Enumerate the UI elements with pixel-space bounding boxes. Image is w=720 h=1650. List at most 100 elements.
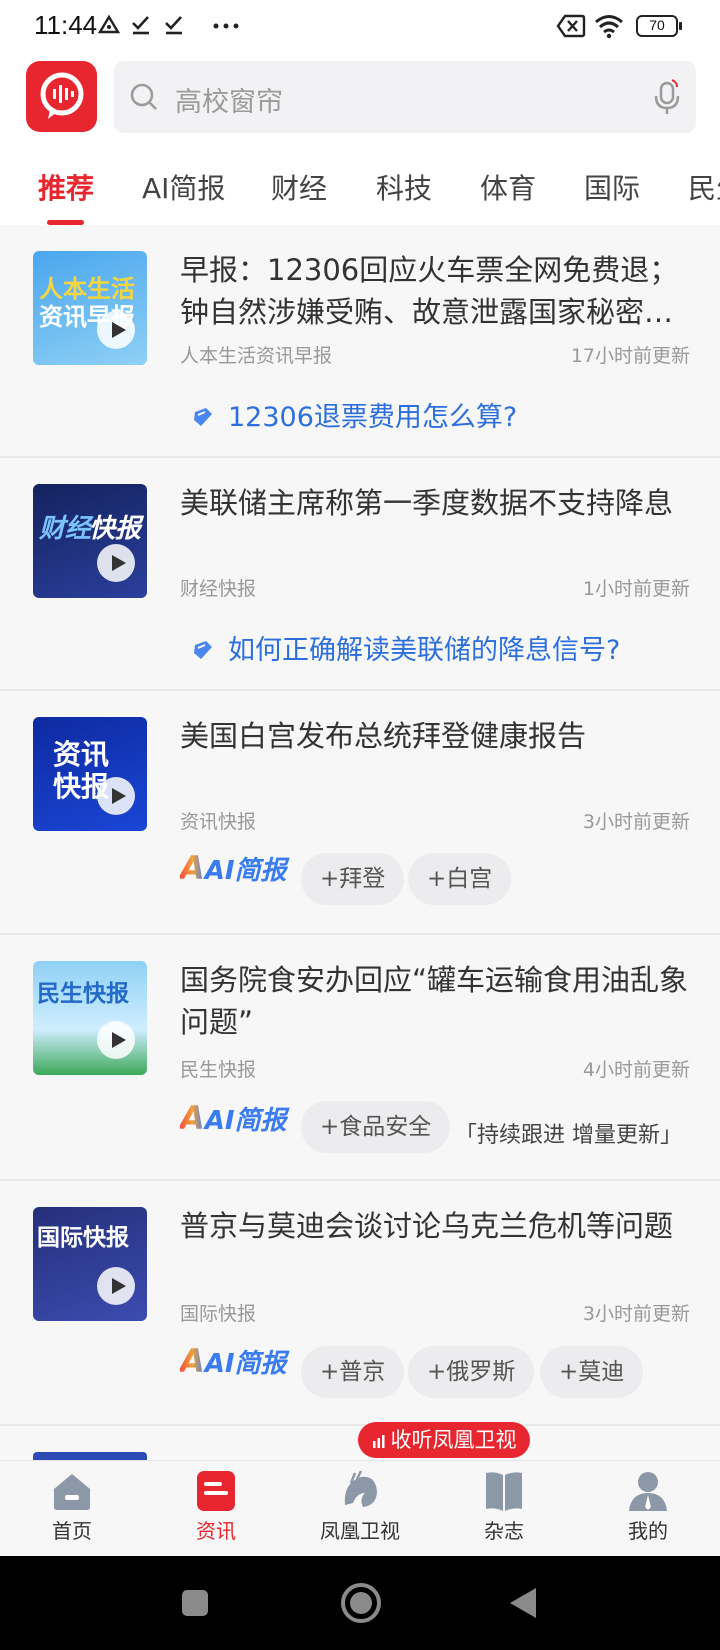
task-done-icon	[165, 16, 182, 35]
news-card[interactable]: 财经 快报 美联储主席称第一季度数据不支持降息 财经快报 1小时前更新 如何正确…	[0, 458, 720, 691]
topic-chip[interactable]: +食品安全	[301, 1101, 451, 1153]
news-source: 财经快报	[180, 578, 257, 600]
news-thumbnail[interactable]: 人本生活 资讯早报	[33, 251, 147, 365]
status-time: 11:44	[34, 10, 98, 40]
recent-apps-icon[interactable]	[180, 1588, 210, 1618]
logo-icon	[40, 72, 84, 119]
news-thumbnail[interactable]: 国际快报	[33, 1207, 147, 1321]
listen-phoenix-tv-button[interactable]: 收听凤凰卫视	[358, 1422, 530, 1458]
play-icon	[97, 544, 135, 582]
home-icon	[49, 1469, 95, 1513]
nav-magazine-label: 杂志	[484, 1519, 524, 1543]
news-thumbnail-partial[interactable]	[33, 1452, 147, 1460]
thumbnail-text: 国际快报	[37, 1225, 129, 1251]
ai-logo-icon: A	[180, 849, 205, 887]
related-question-link[interactable]: 12306退票费用怎么算?	[192, 395, 517, 434]
ai-brief-tag[interactable]: AAI简报	[180, 849, 287, 887]
back-icon[interactable]	[508, 1586, 538, 1620]
news-source: 民生快报	[180, 1059, 257, 1081]
news-thumbnail[interactable]: 民生快报	[33, 961, 147, 1075]
drive-icon	[98, 14, 120, 34]
app-logo[interactable]	[26, 61, 97, 132]
category-tabs: 推荐 AI简报 财经 科技 体育 国际 民生	[0, 150, 720, 224]
nav-magazine[interactable]: 杂志	[454, 1469, 554, 1544]
news-source: 国际快报	[180, 1303, 257, 1325]
task-done-icon	[132, 16, 149, 35]
news-title[interactable]: 早报：12306回应火车票全网免费退；钟自然涉嫌受贿、故意泄露国家秘密…	[180, 249, 695, 333]
battery-indicator: 70	[636, 15, 682, 37]
bottom-navigation: 首页 资讯 凤凰卫视 杂志 我的	[0, 1460, 720, 1557]
news-thumbnail[interactable]: 财经 快报	[33, 484, 147, 598]
ai-brief-tag[interactable]: AAI简报	[180, 1342, 287, 1380]
topic-chip[interactable]: +普京	[301, 1346, 405, 1398]
wifi-icon	[595, 15, 623, 39]
related-question-text: 12306退票费用怎么算?	[228, 402, 518, 433]
search-icon	[130, 83, 157, 110]
ai-brief-label: AI简报	[204, 1349, 287, 1379]
sim-off-icon	[556, 14, 586, 38]
more-icon	[213, 23, 239, 29]
update-time: 17小时前更新	[570, 345, 690, 367]
thumbnail-text: 快报	[89, 514, 142, 544]
news-card[interactable]: 资讯 快报 美国白宫发布总统拜登健康报告 资讯快报 3小时前更新 AAI简报 +…	[0, 691, 720, 935]
tab-international[interactable]: 国际	[584, 167, 640, 207]
system-navigation-bar	[0, 1556, 720, 1650]
ai-brief-tag[interactable]: AAI简报	[180, 1099, 287, 1137]
nav-profile[interactable]: 我的	[598, 1469, 698, 1544]
nav-news[interactable]: 资讯	[166, 1469, 266, 1544]
profile-icon	[625, 1469, 671, 1513]
nav-profile-label: 我的	[628, 1519, 668, 1543]
news-title[interactable]: 普京与莫迪会谈讨论乌克兰危机等问题	[180, 1205, 695, 1247]
tab-recommend[interactable]: 推荐	[38, 167, 94, 207]
ai-question-icon	[194, 641, 212, 659]
tab-tech[interactable]: 科技	[376, 167, 432, 207]
news-thumbnail[interactable]: 资讯 快报	[33, 717, 147, 831]
tab-sports[interactable]: 体育	[480, 167, 536, 207]
thumbnail-text: 民生快报	[37, 981, 129, 1007]
topic-chip[interactable]: +莫迪	[540, 1346, 644, 1398]
play-icon	[97, 777, 135, 815]
microphone-icon[interactable]	[652, 77, 682, 117]
news-card[interactable]: 人本生活 资讯早报 早报：12306回应火车票全网免费退；钟自然涉嫌受贿、故意泄…	[0, 225, 720, 458]
phoenix-icon	[337, 1469, 383, 1513]
news-title[interactable]: 国务院食安办回应“罐车运输食用油乱象问题”	[180, 959, 695, 1043]
news-source: 人本生活资讯早报	[180, 345, 333, 367]
nav-home-label: 首页	[52, 1519, 92, 1543]
play-icon	[97, 1267, 135, 1305]
related-question-text: 如何正确解读美联储的降息信号?	[228, 635, 621, 666]
topic-chip[interactable]: +俄罗斯	[408, 1346, 535, 1398]
update-time: 3小时前更新	[582, 1303, 690, 1325]
update-time: 3小时前更新	[582, 811, 690, 833]
play-icon	[97, 1021, 135, 1059]
news-title[interactable]: 美国白宫发布总统拜登健康报告	[180, 715, 695, 757]
home-button-icon[interactable]	[340, 1582, 382, 1624]
magazine-icon	[481, 1469, 527, 1513]
listen-label: 收听凤凰卫视	[390, 1428, 517, 1452]
status-bar: 11:44 70	[0, 0, 720, 56]
nav-phoenix-tv[interactable]: 凤凰卫视	[310, 1469, 410, 1544]
ai-brief-label: AI简报	[204, 856, 287, 886]
update-time: 1小时前更新	[582, 578, 690, 600]
search-input[interactable]: 高校窗帘	[175, 80, 283, 119]
related-question-link[interactable]: 如何正确解读美联储的降息信号?	[192, 628, 620, 667]
thumbnail-text: 财经	[39, 514, 92, 544]
nav-news-label: 资讯	[196, 1519, 236, 1543]
news-card[interactable]: 国际快报 普京与莫迪会谈讨论乌克兰危机等问题 国际快报 3小时前更新 AAI简报…	[0, 1181, 720, 1426]
follow-updates-label: 「持续跟进 增量更新」	[455, 1123, 682, 1148]
thumbnail-text: 资讯	[53, 738, 110, 771]
nav-home[interactable]: 首页	[22, 1469, 122, 1544]
nav-phoenix-tv-label: 凤凰卫视	[320, 1519, 400, 1543]
ai-brief-label: AI简报	[204, 1106, 287, 1136]
topic-chip[interactable]: +白宫	[408, 853, 512, 905]
play-icon	[97, 311, 135, 349]
ai-logo-icon: A	[180, 1342, 205, 1380]
tab-livelihood[interactable]: 民生	[688, 167, 720, 207]
ai-logo-icon: A	[180, 1099, 205, 1137]
news-title[interactable]: 美联储主席称第一季度数据不支持降息	[180, 482, 695, 524]
ai-question-icon	[194, 408, 212, 426]
topic-chip[interactable]: +拜登	[301, 853, 405, 905]
tab-finance[interactable]: 财经	[271, 167, 327, 207]
news-card[interactable]: 民生快报 国务院食安办回应“罐车运输食用油乱象问题” 民生快报 4小时前更新 A…	[0, 935, 720, 1181]
tab-ai-brief[interactable]: AI简报	[142, 167, 225, 207]
audio-bars-icon	[372, 1435, 384, 1448]
